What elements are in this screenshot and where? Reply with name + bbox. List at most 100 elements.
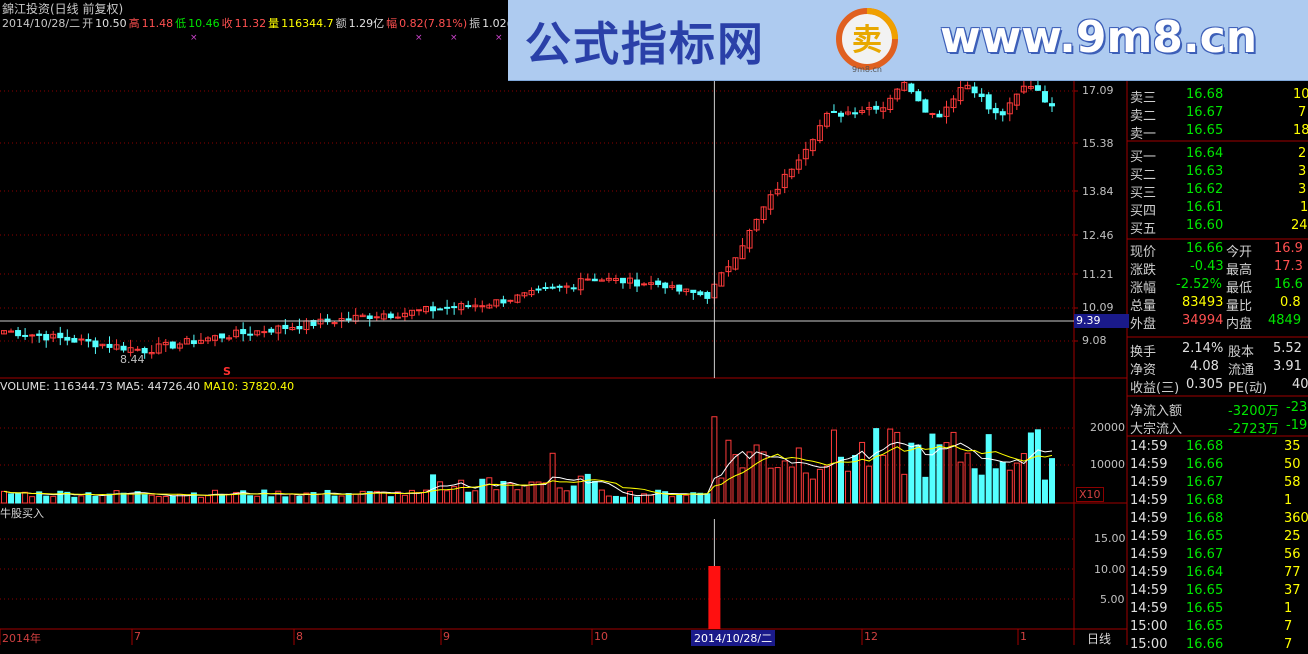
indicator-tick: 10.00 [1094, 563, 1126, 576]
volume-bar [296, 496, 303, 504]
indicator-name: 牛股买入 [0, 507, 44, 520]
amplitude-label: 振 [469, 17, 481, 30]
candle-body [556, 285, 563, 288]
volume-bar [169, 495, 176, 504]
candle-body [134, 348, 141, 351]
bid-price: 16.63 [1186, 164, 1224, 179]
volume-bar [549, 452, 556, 504]
candle-body [190, 340, 197, 345]
stat-value: 17.3 [1274, 259, 1303, 274]
volume-bar [591, 481, 598, 504]
indicator-tick: 15.00 [1094, 532, 1126, 545]
volume-bar [401, 494, 408, 504]
volume-bar [479, 478, 486, 504]
bid-row-4[interactable]: 买四 16.61 1 [1128, 199, 1308, 219]
volume-bar [268, 496, 275, 504]
candle-body [837, 112, 844, 117]
volume-bar [852, 455, 859, 504]
low-price-label: 8.44 [120, 353, 145, 366]
volume-label: 量 [268, 17, 280, 30]
volume-bar [922, 476, 929, 504]
volume-bar [795, 447, 802, 504]
volume-bar [134, 491, 141, 504]
candle-body [57, 332, 64, 339]
price-tick: 17.09 [1082, 84, 1114, 97]
tick-row: 14:59 16.65 25 [1128, 528, 1308, 546]
ma5-legend: MA5: 44726.40 [116, 380, 200, 393]
volume-bar [725, 439, 732, 504]
volume-bar [92, 495, 99, 504]
ask-row-2[interactable]: 卖二 16.67 7 [1128, 104, 1308, 124]
tick-row: 14:59 16.65 1 [1128, 600, 1308, 618]
volume-bar [1027, 432, 1034, 504]
stat-label: 外盘 [1130, 317, 1157, 332]
volume-bar [837, 456, 844, 504]
candle-body [873, 105, 880, 110]
candle-body [978, 93, 985, 98]
candle-body [542, 286, 549, 289]
candle-body [662, 282, 669, 289]
ask-row-1[interactable]: 卖一 16.65 18 [1128, 122, 1308, 142]
bid-label: 买五 [1130, 222, 1157, 237]
period-tab[interactable]: 日线 [1087, 630, 1111, 647]
volume-bar [127, 493, 134, 504]
candle-body [296, 325, 303, 330]
ask-price: 16.68 [1186, 87, 1224, 102]
candle-body [852, 112, 859, 115]
candle-body [992, 108, 999, 114]
candle-body [676, 284, 683, 292]
bid-row-2[interactable]: 买二 16.63 3 [1128, 163, 1308, 183]
candle-body [908, 83, 915, 93]
x-axis-label: 8 [296, 630, 303, 643]
x-axis-label: 10 [594, 630, 608, 643]
volume-bar [359, 490, 366, 504]
volume-bar [352, 493, 359, 504]
high-label: 高 [128, 17, 140, 30]
stat-value: 2.14% [1182, 341, 1224, 356]
cursor-date: 2014/10/28/二 [691, 630, 776, 646]
candle-body [535, 288, 542, 291]
volume-bar [556, 487, 563, 504]
candle-body [591, 278, 598, 282]
bid-volume: 3 [1298, 182, 1307, 197]
volume-bar [155, 495, 162, 504]
bid-row-1[interactable]: 买一 16.64 2 [1128, 145, 1308, 165]
ask-price: 16.65 [1186, 123, 1224, 138]
banner-logo-icon: 卖 9m8.cn [836, 8, 898, 74]
tick-row: 15:00 16.65 7 [1128, 618, 1308, 636]
tick-row: 14:59 16.64 77 [1128, 564, 1308, 582]
open-value: 10.50 [95, 17, 127, 30]
candle-body [634, 279, 641, 287]
volume-bar [887, 428, 894, 504]
tick-volume: 50 [1284, 457, 1301, 472]
x-axis-label: 7 [134, 630, 141, 643]
change-value: 0.82(7.81%) [399, 17, 468, 30]
candle-body [999, 111, 1006, 116]
candle-body [929, 113, 936, 116]
tick-volume: 37 [1284, 583, 1301, 598]
stat-value: 16.66 [1186, 241, 1224, 256]
volume-bar [8, 493, 15, 504]
candle-body [830, 110, 837, 113]
candle-body [36, 333, 43, 336]
bid-row-3[interactable]: 买三 16.62 3 [1128, 181, 1308, 201]
volume-bar [634, 496, 641, 504]
volume-bar [809, 478, 816, 504]
candle-body [437, 308, 444, 311]
volume-bar [57, 490, 64, 504]
bid-row-5[interactable]: 买五 16.60 24 [1128, 217, 1308, 237]
x-axis-label: 1 [1020, 630, 1027, 643]
volume-bar [732, 454, 739, 504]
buy-signal-bar [708, 566, 721, 629]
volume-bar [950, 431, 957, 504]
ask-row-3[interactable]: 卖三 16.68 10 [1128, 86, 1308, 106]
tick-volume: 58 [1284, 475, 1301, 490]
tick-row: 14:59 16.67 56 [1128, 546, 1308, 564]
tick-time: 14:59 [1130, 583, 1168, 598]
volume-bar [507, 483, 514, 504]
volume-bar [999, 461, 1006, 504]
candle-body [22, 334, 29, 337]
volume-bar [619, 496, 626, 504]
stat-value: 0.305 [1186, 377, 1224, 392]
amount-label: 额 [335, 17, 347, 30]
